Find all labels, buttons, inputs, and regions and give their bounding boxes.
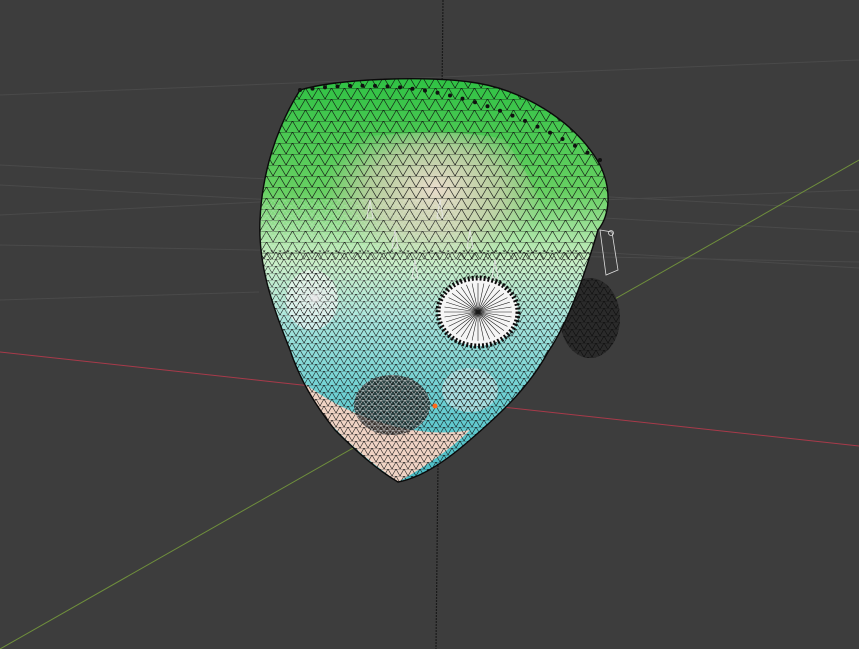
mesh-vertex[interactable] [298, 88, 302, 92]
mesh-vertex[interactable] [598, 158, 602, 162]
mesh-vertex[interactable] [523, 118, 527, 123]
mesh-vertex[interactable] [360, 83, 365, 88]
mesh-vertex[interactable] [348, 83, 352, 88]
selected-vertex[interactable] [432, 403, 438, 409]
mesh-vertex[interactable] [485, 104, 490, 109]
mesh-vertex[interactable] [373, 83, 377, 88]
mesh-vertex[interactable] [510, 113, 515, 118]
mesh-vertex[interactable] [473, 100, 477, 105]
mesh-vertex[interactable] [573, 143, 577, 148]
mesh-vertex[interactable] [548, 130, 552, 135]
viewport-canvas[interactable] [0, 0, 859, 649]
grid-line [0, 291, 260, 301]
mesh-vertex[interactable] [398, 85, 402, 90]
right-eye-socket-icon[interactable] [435, 275, 521, 349]
mesh-vertex[interactable] [310, 86, 315, 91]
mesh-vertex[interactable] [560, 137, 565, 141]
mesh-vertex[interactable] [323, 85, 327, 90]
mesh-vertex[interactable] [435, 90, 440, 95]
mesh-vertex[interactable] [385, 84, 390, 89]
mesh-vertex[interactable] [585, 150, 590, 155]
mesh-vertex[interactable] [410, 86, 415, 91]
mesh-vertex[interactable] [498, 108, 502, 113]
mesh-vertex[interactable] [535, 124, 540, 129]
grid-line [599, 189, 859, 201]
mesh-vertex[interactable] [335, 84, 340, 89]
mesh-vertex[interactable] [423, 88, 427, 93]
grid-line [0, 199, 301, 216]
left-eye-socket-icon[interactable] [286, 270, 338, 330]
mesh-vertex[interactable] [448, 93, 452, 98]
mesh-vertex[interactable] [460, 96, 465, 101]
3d-viewport[interactable] [0, 0, 859, 649]
head-mesh-object[interactable] [250, 70, 620, 490]
